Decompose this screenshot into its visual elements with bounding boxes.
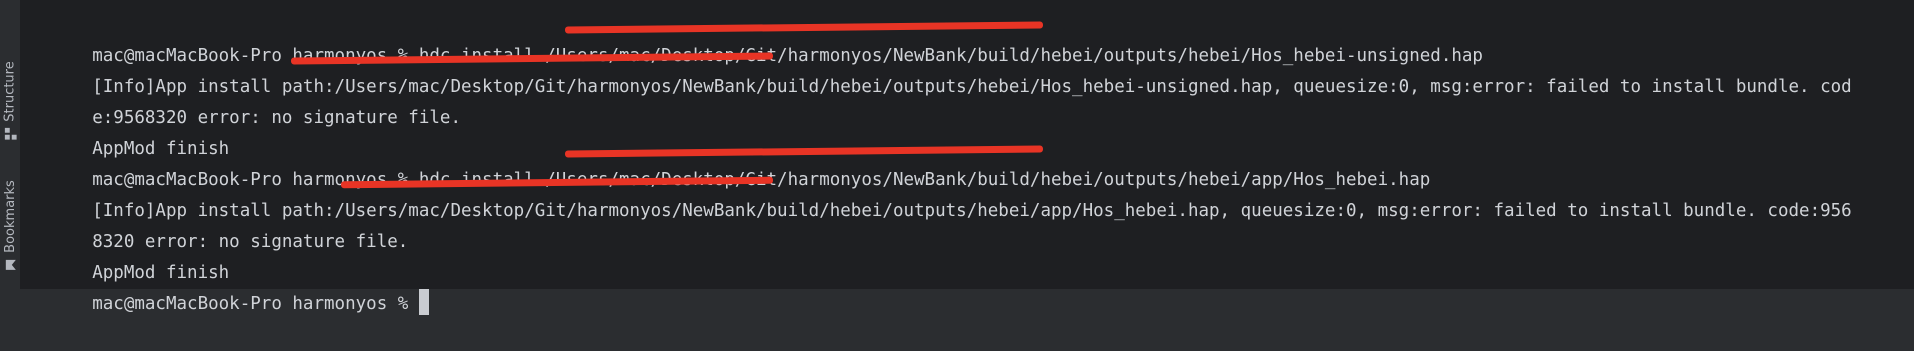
text-cursor[interactable]	[418, 289, 429, 315]
redaction-mark	[290, 52, 774, 65]
structure-label: Structure	[2, 60, 18, 122]
redaction-mark	[564, 21, 1044, 34]
bookmarks-tab[interactable]: Bookmarks	[0, 170, 20, 280]
terminal-prompt-line: mac@macMacBook-Pro harmonyos %	[29, 258, 1914, 315]
structure-icon	[4, 127, 17, 140]
terminal-line: mac@macMacBook-Pro harmonyos % hdc insta…	[29, 134, 1914, 190]
terminal-line: mac@macMacBook-Pro harmonyos % hdc insta…	[29, 10, 1914, 66]
side-tool-rail: Structure Bookmarks	[0, 0, 21, 289]
terminal-line: AppMod finish	[29, 103, 1914, 159]
terminal-line: [Info]App install path:/Users/mac/Deskto…	[29, 165, 1914, 221]
terminal-line: 8320 error: no signature file.	[29, 196, 1914, 252]
prompt-text: mac@macMacBook-Pro harmonyos %	[92, 294, 419, 314]
redaction-mark	[564, 145, 1044, 158]
terminal-line: AppMod finish	[29, 227, 1914, 283]
bookmark-icon	[4, 258, 16, 270]
terminal-output[interactable]: mac@macMacBook-Pro harmonyos % hdc insta…	[21, 0, 1914, 315]
bookmarks-label: Bookmarks	[2, 179, 18, 253]
terminal-line: [Info]App install path:/Users/mac/Deskto…	[29, 41, 1914, 97]
terminal-line: e:9568320 error: no signature file.	[29, 72, 1914, 128]
redaction-mark	[340, 176, 774, 189]
terminal-window: Structure Bookmarks mac@macMacBook-Pro h…	[0, 0, 1914, 315]
structure-tab[interactable]: Structure	[0, 50, 20, 150]
